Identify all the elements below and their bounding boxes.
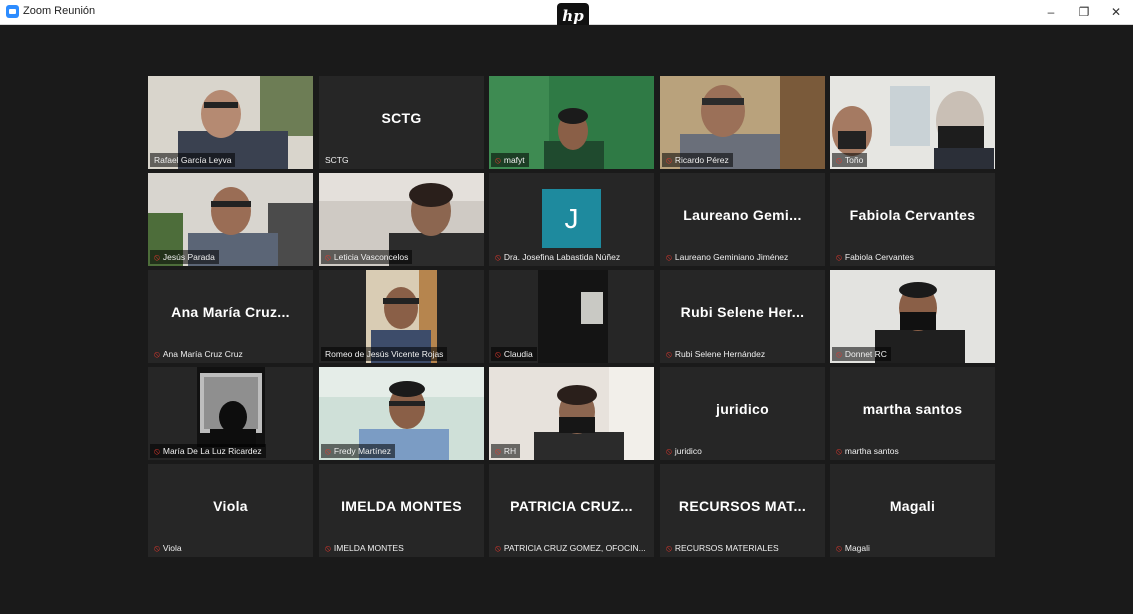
participant-display-name: PATRICIA CRUZ... [510, 498, 633, 514]
mic-muted-icon: ⦸ [836, 446, 842, 456]
mic-muted-icon: ⦸ [666, 349, 672, 359]
participant-tile[interactable]: Rubi Selene Her... ⦸ Rubi Selene Hernánde… [660, 270, 825, 363]
mic-muted-icon: ⦸ [495, 543, 501, 553]
mic-muted-icon: ⦸ [666, 446, 672, 456]
participant-name: Romeo de Jesús Vicente Rojas [321, 347, 448, 361]
participant-name: ⦸ martha santos [836, 446, 899, 456]
participant-name: ⦸ RECURSOS MATERIALES [666, 543, 779, 553]
mic-muted-icon: ⦸ [495, 349, 501, 359]
participant-tile[interactable]: Ana María Cruz... ⦸ Ana María Cruz Cruz [148, 270, 313, 363]
participant-name: Rafael García Leyva [150, 153, 236, 167]
participant-tile[interactable]: Magali ⦸ Magali [830, 464, 995, 557]
mic-muted-icon: ⦸ [666, 155, 672, 165]
participant-display-name: IMELDA MONTES [341, 498, 462, 514]
participant-tile[interactable]: SCTG SCTG [319, 76, 484, 169]
participant-display-name: SCTG [381, 110, 422, 126]
participant-display-name: Ana María Cruz... [171, 304, 290, 320]
participant-name: ⦸ Claudia [491, 347, 537, 361]
mic-muted-icon: ⦸ [495, 252, 501, 262]
participant-name: ⦸ IMELDA MONTES [325, 543, 404, 553]
participant-display-name: Magali [889, 498, 936, 514]
gallery-view: Rafael García Leyva SCTG SCTG ⦸ mafyt ⦸ Ri… [6, 25, 1127, 612]
mic-muted-icon: ⦸ [154, 543, 160, 553]
participant-name: ⦸ Dra. Josefina Labastida Núñez [495, 252, 621, 262]
mic-muted-icon: ⦸ [154, 252, 160, 262]
participant-name: ⦸ PATRICIA CRUZ GOMEZ, OFOCIN... [495, 543, 646, 553]
window-titlebar: Zoom Reunión hp – ❐ ✕ [0, 0, 1133, 30]
mic-muted-icon: ⦸ [666, 543, 672, 553]
mic-muted-icon: ⦸ [325, 543, 331, 553]
mic-muted-icon: ⦸ [666, 252, 672, 262]
participant-tile[interactable]: Romeo de Jesús Vicente Rojas [319, 270, 484, 363]
participant-name: ⦸ Rubi Selene Hernández [666, 349, 766, 359]
mic-muted-icon: ⦸ [154, 446, 160, 456]
participant-display-name: juridico [716, 401, 769, 417]
participant-tile[interactable]: juridico ⦸ juridico [660, 367, 825, 460]
participant-display-name: Laureano Gemi... [683, 207, 802, 223]
participant-display-name: martha santos [862, 401, 963, 417]
mic-muted-icon: ⦸ [836, 543, 842, 553]
participant-tile[interactable]: ⦸ Fredy Martínez [319, 367, 484, 460]
participant-tile[interactable]: ⦸ RH [489, 367, 654, 460]
mic-muted-icon: ⦸ [325, 446, 331, 456]
participant-tile[interactable]: ⦸ Ricardo Pérez [660, 76, 825, 169]
participant-name: ⦸ María De La Luz Ricardez [150, 444, 266, 458]
participant-tile[interactable]: ⦸ Donnet RC [830, 270, 995, 363]
participant-name: ⦸ Jesús Parada [150, 250, 219, 264]
window-title: Zoom Reunión [23, 5, 96, 17]
participant-tile[interactable]: martha santos ⦸ martha santos [830, 367, 995, 460]
mic-muted-icon: ⦸ [495, 446, 501, 456]
participant-tile[interactable]: J ⦸ Dra. Josefina Labastida Núñez [489, 173, 654, 266]
participant-name: ⦸ Donnet RC [832, 347, 891, 361]
participant-name: ⦸ juridico [666, 446, 702, 456]
participant-tile[interactable]: ⦸ Leticia Vasconcelos [319, 173, 484, 266]
participant-tile[interactable]: PATRICIA CRUZ... ⦸ PATRICIA CRUZ GOMEZ, O… [489, 464, 654, 557]
mic-muted-icon: ⦸ [836, 155, 842, 165]
participant-display-name: Viola [213, 498, 248, 514]
participant-name: SCTG [325, 155, 349, 165]
participant-display-name: Rubi Selene Her... [680, 304, 805, 320]
participant-tile[interactable]: ⦸ María De La Luz Ricardez [148, 367, 313, 460]
maximize-button[interactable]: ❐ [1069, 4, 1099, 20]
participant-avatar: J [542, 189, 601, 248]
mic-muted-icon: ⦸ [836, 349, 842, 359]
mic-muted-icon: ⦸ [154, 349, 160, 359]
participant-name: ⦸ Laureano Geminiano Jiménez [666, 252, 789, 262]
participant-name: ⦸ mafyt [491, 153, 529, 167]
participant-name: ⦸ Magali [836, 543, 870, 553]
participant-tile[interactable]: ⦸ Jesús Parada [148, 173, 313, 266]
participant-tile[interactable]: ⦸ Toño [830, 76, 995, 169]
participant-display-name: Fabiola Cervantes [849, 207, 976, 223]
participant-name: ⦸ Toño [832, 153, 868, 167]
participant-tile[interactable]: RECURSOS MAT... ⦸ RECURSOS MATERIALES [660, 464, 825, 557]
participant-name: ⦸ Viola [154, 543, 182, 553]
participant-name: ⦸ Fabiola Cervantes [836, 252, 914, 262]
participant-tile[interactable]: Viola ⦸ Viola [148, 464, 313, 557]
participant-name: ⦸ Leticia Vasconcelos [321, 250, 413, 264]
minimize-button[interactable]: – [1036, 4, 1066, 20]
close-button[interactable]: ✕ [1101, 4, 1131, 20]
participant-name: ⦸ RH [491, 444, 521, 458]
participant-tile[interactable]: ⦸ Claudia [489, 270, 654, 363]
participant-name: ⦸ Ana María Cruz Cruz [154, 349, 243, 359]
participant-tile[interactable]: Fabiola Cervantes ⦸ Fabiola Cervantes [830, 173, 995, 266]
participant-tile[interactable]: Rafael García Leyva [148, 76, 313, 169]
mic-muted-icon: ⦸ [325, 252, 331, 262]
mic-muted-icon: ⦸ [495, 155, 501, 165]
participant-tile[interactable]: ⦸ mafyt [489, 76, 654, 169]
participant-tile[interactable]: IMELDA MONTES ⦸ IMELDA MONTES [319, 464, 484, 557]
participant-name: ⦸ Ricardo Pérez [662, 153, 733, 167]
mic-muted-icon: ⦸ [836, 252, 842, 262]
zoom-app-icon [6, 5, 19, 18]
participant-display-name: RECURSOS MAT... [678, 498, 807, 514]
participant-name: ⦸ Fredy Martínez [321, 444, 396, 458]
participant-tile[interactable]: Laureano Gemi... ⦸ Laureano Geminiano Jim… [660, 173, 825, 266]
